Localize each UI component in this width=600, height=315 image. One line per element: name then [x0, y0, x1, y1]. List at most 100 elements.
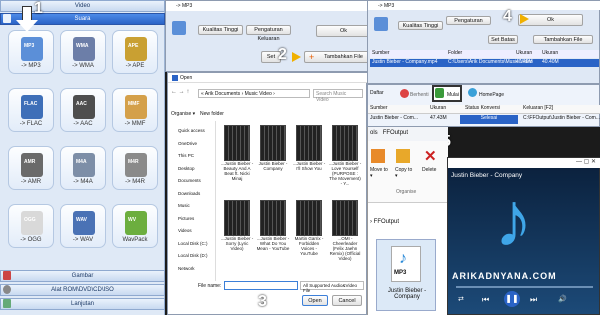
format-ogg[interactable]: OGG -> OGG [8, 204, 54, 248]
col-size: Ukuran [516, 50, 533, 56]
address-bar[interactable]: « Arik Documents › Music Video › [198, 89, 310, 98]
nav-item[interactable]: Pictures [178, 216, 194, 221]
mmf-icon [125, 95, 147, 119]
format-wav[interactable]: WAV -> WAV [60, 204, 106, 248]
step-4-label: 4 [503, 8, 512, 25]
step-3-label: 3 [258, 293, 267, 310]
format-mmf[interactable]: MMF -> MMF [112, 88, 158, 132]
filetype-select[interactable]: All Supported Audio&Video File [300, 281, 364, 293]
nav-item[interactable]: Downloads [178, 191, 200, 196]
format-grid: MP3 -> MP3 WMA -> WMA APE -> APE FLAC -> FLAC AA… [0, 26, 165, 262]
file-item[interactable]: Justin Bieber - Company [256, 125, 290, 171]
wav-icon [73, 211, 95, 235]
table-row[interactable]: Justin Bieber - Company.mp4 C:\Users\Ari… [370, 59, 599, 67]
format-mp3[interactable]: MP3 -> MP3 [8, 30, 54, 74]
picture-icon [3, 271, 11, 280]
category-picture[interactable]: Gambar [0, 270, 165, 282]
table-row[interactable]: Justin Bieber - Com... 47.43M Selesai C:… [368, 115, 600, 125]
nav-item[interactable]: Network [178, 266, 195, 271]
back-forward-icon[interactable]: ← → ↑ [171, 89, 189, 95]
task-list-label: Daftar [370, 90, 384, 96]
file-item[interactable]: ♪ MP3 Justin Bieber - Company [376, 239, 436, 311]
file-item[interactable]: ...Justin Bieber - Sorry (Lyric Video) [220, 200, 254, 251]
prev-icon[interactable]: ⏮ [482, 295, 489, 305]
volume-icon[interactable]: 🔊 [558, 295, 567, 303]
nav-item[interactable]: Quick access [178, 128, 205, 133]
format-flac[interactable]: FLAC -> FLAC [8, 88, 54, 132]
homepage-icon [468, 88, 477, 97]
settings-button[interactable]: Pengaturan [446, 16, 491, 25]
format-ape[interactable]: APE -> APE [112, 30, 158, 74]
music-icon [3, 14, 11, 23]
nav-item[interactable]: Videos [178, 228, 192, 233]
search-box[interactable]: Search Music Video [313, 89, 363, 103]
next-icon[interactable]: ⏭ [530, 295, 537, 305]
file-item[interactable]: ...Justin Bieber - What Do You Mean - Yo… [256, 200, 290, 251]
add-file-button[interactable]: Tambahkan File [533, 35, 593, 44]
file-item[interactable]: Martin Garrix - Forbidden Voices - YouTu… [292, 200, 326, 256]
video-thumbnail [296, 200, 322, 236]
nav-item[interactable]: Desktop [178, 166, 195, 171]
output-settings-button[interactable]: Pengaturan Keluaran [246, 25, 291, 42]
explorer-window: ols FFOutput Move to ▾ Copy to ▾ ✕ Delet… [367, 127, 448, 315]
nav-item[interactable]: OneDrive [178, 141, 197, 146]
organise-menu[interactable]: Organise ▾ [171, 111, 195, 117]
file-type-badge: MP3 [394, 270, 407, 276]
step-4-arrow-icon [520, 14, 529, 24]
mp3-format-icon [172, 21, 186, 35]
category-rom[interactable]: Alat ROM\DVD\CD\ISO [0, 284, 165, 296]
open-button[interactable]: Open [302, 295, 328, 306]
ape-icon [125, 37, 147, 61]
plus-icon: + [309, 52, 315, 62]
format-amr[interactable]: AMR -> AMR [8, 146, 54, 190]
breadcrumb[interactable]: › FFOutput [370, 219, 399, 225]
file-item[interactable]: ...Justin Bieber - Love Yourself (PURPOS… [328, 125, 362, 186]
format-aac[interactable]: AAC -> AAC [60, 88, 106, 132]
watermark: ARIKADNYANA.COM [452, 271, 557, 281]
set-limit-button[interactable]: Set Batas [488, 35, 518, 44]
nav-item[interactable]: Local Disk (C:) [178, 241, 208, 246]
player-titlebar: — ▢ ✕ [448, 158, 600, 168]
format-wv[interactable]: WV WavPack [112, 204, 158, 248]
open-dialog: Open « Arik Documents › Music Video › Se… [167, 72, 368, 315]
shuffle-icon[interactable]: ⇄ [458, 295, 464, 303]
file-item[interactable]: ...OMI - Cheerleader (Felix Jaehn Remix)… [328, 200, 362, 261]
quality-select[interactable]: Kualitas Tinggi [398, 21, 443, 30]
file-item[interactable]: ...Justin Bieber - Beauty And A Beat ft.… [220, 125, 254, 181]
seek-bar[interactable] [456, 286, 593, 288]
video-thumbnail [332, 125, 358, 161]
ok-button[interactable]: Ok [316, 25, 371, 37]
video-thumbnail [296, 125, 322, 161]
window-controls-icon[interactable]: — ▢ ✕ [576, 158, 596, 165]
nav-item[interactable]: Documents [178, 178, 201, 183]
mp3-format-icon [374, 17, 388, 31]
file-name: Justin Bieber - Company [387, 288, 427, 300]
file-item[interactable]: ...Justin Bieber - I'll Show You [292, 125, 326, 171]
nav-item[interactable]: Music [178, 203, 190, 208]
format-m4a[interactable]: M4A -> M4A [60, 146, 106, 190]
format-wma[interactable]: WMA -> WMA [60, 30, 106, 74]
note-icon: ♪ [399, 250, 407, 267]
quality-select[interactable]: Kualitas Tinggi [198, 25, 243, 35]
category-advanced[interactable]: Lanjutan [0, 298, 165, 310]
flac-icon [21, 95, 43, 119]
delete-button[interactable]: Delete [422, 167, 436, 173]
pause-button[interactable]: ❚❚ [504, 291, 520, 307]
format-m4r[interactable]: M4R -> M4R [112, 146, 158, 190]
copy-to-button[interactable]: Copy to ▾ [395, 167, 415, 179]
mp3-icon [21, 37, 43, 61]
move-to-button[interactable]: Move to ▾ [370, 167, 390, 179]
music-note-icon: ♪ [494, 175, 533, 263]
filename-input[interactable] [224, 281, 298, 290]
nav-item[interactable]: Local Disk (D:) [178, 253, 208, 258]
col-folder: Folder [448, 50, 463, 56]
step-1-label: 1 [34, 0, 43, 17]
nav-item[interactable]: This PC [178, 153, 194, 158]
task-header: Sumber Ukuran Status Konversi Keluaran [… [368, 105, 600, 114]
cancel-button[interactable]: Cancel [332, 295, 362, 306]
task-window: Daftar Berhenti Mulai HomePage Sumber Uk… [367, 84, 600, 127]
video-thumbnail [260, 200, 286, 236]
m4a-icon [73, 153, 95, 177]
step-2-arrow-icon [292, 52, 301, 62]
new-folder-button[interactable]: New folder [200, 111, 224, 117]
